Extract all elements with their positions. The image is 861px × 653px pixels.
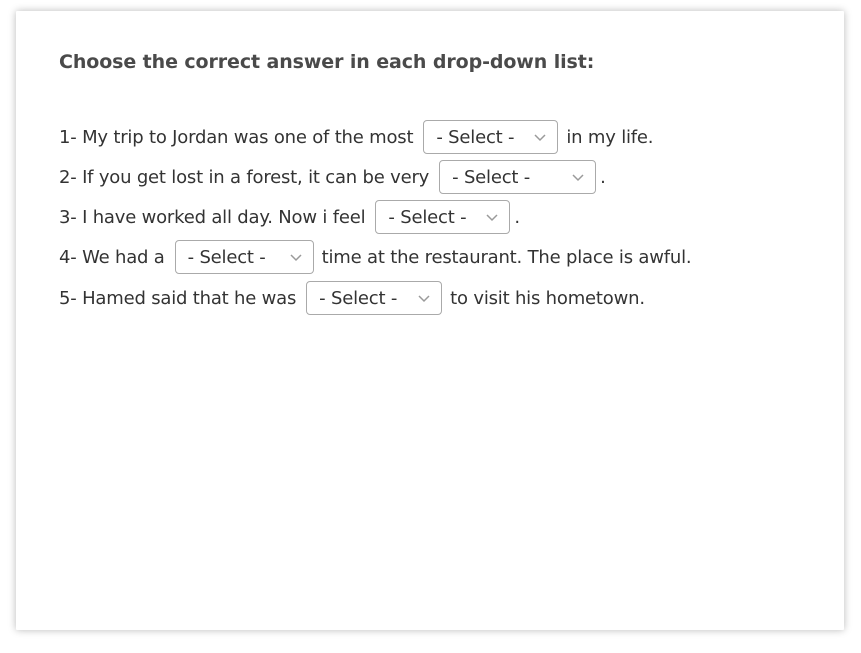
- question-1-select[interactable]: - Select -: [423, 120, 559, 154]
- question-5-select-value: - Select -: [319, 287, 398, 309]
- question-1-select-value: - Select -: [436, 126, 515, 148]
- question-3-text-before: 3- I have worked all day. Now i feel: [59, 206, 366, 228]
- question-5-text-before: 5- Hamed said that he was: [59, 287, 297, 309]
- question-1: 1- My trip to Jordan was one of the most…: [59, 120, 654, 154]
- chevron-down-icon: [418, 295, 430, 303]
- question-4-select-value: - Select -: [187, 246, 266, 268]
- question-3: 3- I have worked all day. Now i feel - S…: [59, 200, 520, 234]
- question-3-select[interactable]: - Select -: [375, 200, 511, 234]
- question-3-text-after: .: [514, 206, 520, 228]
- question-1-text-after: in my life.: [566, 126, 654, 148]
- question-2-select[interactable]: - Select -: [439, 160, 597, 194]
- question-5-select[interactable]: - Select -: [306, 281, 443, 315]
- question-4-select[interactable]: - Select -: [174, 240, 314, 274]
- question-5: 5- Hamed said that he was - Select - to …: [59, 281, 645, 315]
- chevron-down-icon: [290, 254, 302, 262]
- instruction-heading: Choose the correct answer in each drop-d…: [59, 51, 595, 73]
- question-3-select-value: - Select -: [388, 206, 467, 228]
- question-5-text-after: to visit his hometown.: [450, 287, 645, 309]
- question-4: 4- We had a - Select - time at the resta…: [59, 240, 692, 274]
- question-1-text-before: 1- My trip to Jordan was one of the most: [59, 126, 414, 148]
- question-2-text-after: .: [600, 166, 606, 188]
- question-4-text-before: 4- We had a: [59, 246, 165, 268]
- question-4-text-after: time at the restaurant. The place is awf…: [321, 246, 692, 268]
- question-2-select-value: - Select -: [452, 166, 531, 188]
- chevron-down-icon: [534, 134, 546, 142]
- chevron-down-icon: [572, 174, 584, 182]
- exercise-card: Choose the correct answer in each drop-d…: [16, 11, 844, 630]
- question-2: 2- If you get lost in a forest, it can b…: [59, 160, 606, 194]
- question-2-text-before: 2- If you get lost in a forest, it can b…: [59, 166, 430, 188]
- chevron-down-icon: [486, 214, 498, 222]
